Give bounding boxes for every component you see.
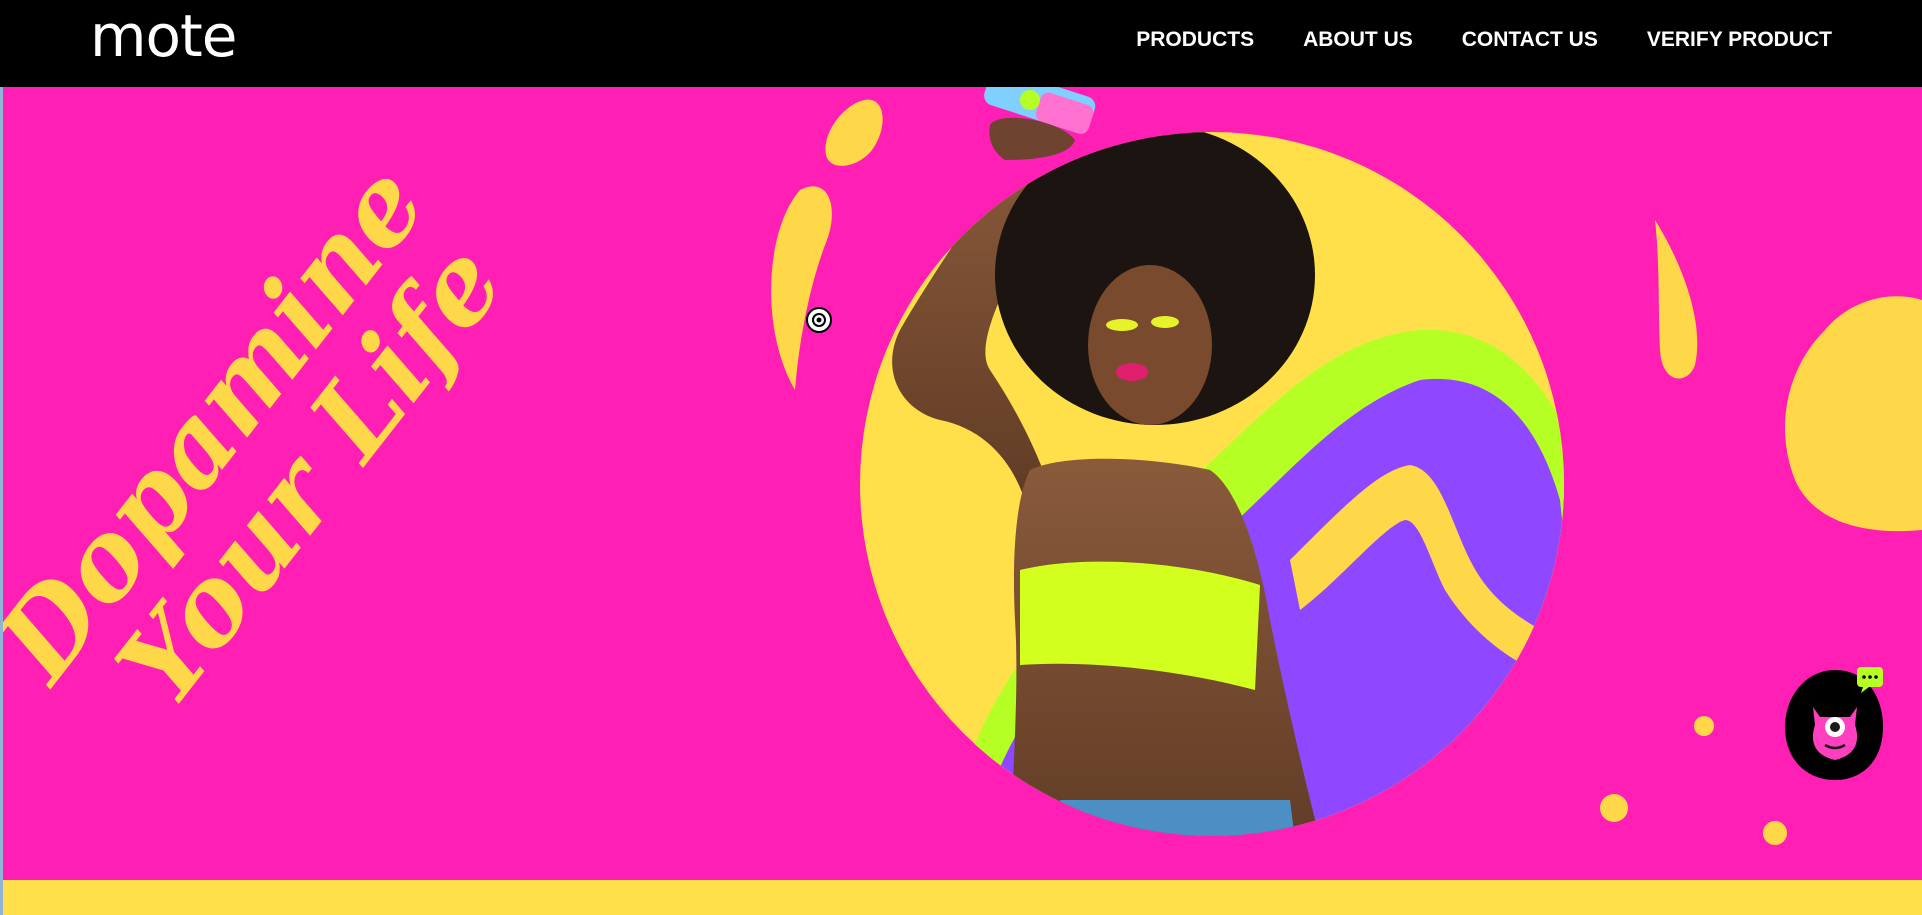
yellow-dot — [1694, 716, 1714, 736]
main-nav: PRODUCTS ABOUT US CONTACT US VERIFY PROD… — [1136, 28, 1832, 52]
yellow-blob-right — [1785, 296, 1922, 532]
nav-link-products[interactable]: PRODUCTS — [1136, 28, 1254, 52]
yellow-splash-drop-right — [1655, 220, 1698, 379]
mascot-cursor-icon — [805, 305, 833, 339]
hero-section: Dopamine Your Life — [0, 87, 1922, 880]
figure-eyeshadow — [1106, 319, 1138, 331]
figure-face — [1088, 265, 1212, 425]
figure-jeans — [1060, 800, 1300, 836]
chat-widget-button[interactable] — [1785, 665, 1885, 789]
figure-lips — [1116, 363, 1148, 381]
next-section-band — [0, 880, 1922, 915]
site-logo[interactable]: mote — [90, 2, 237, 70]
nav-link-contact-us[interactable]: CONTACT US — [1462, 28, 1598, 52]
yellow-splash-comet — [771, 186, 832, 390]
yellow-splash-drop — [825, 99, 883, 166]
yellow-dot — [1763, 821, 1787, 845]
window-edge — [0, 0, 3, 915]
nav-link-about-us[interactable]: ABOUT US — [1303, 28, 1413, 52]
nav-link-verify-product[interactable]: VERIFY PRODUCT — [1647, 28, 1832, 52]
yellow-dot — [1600, 794, 1628, 822]
site-header: mote PRODUCTS ABOUT US CONTACT US VERIFY… — [0, 0, 1922, 87]
figure-eyeshadow — [1151, 316, 1179, 328]
